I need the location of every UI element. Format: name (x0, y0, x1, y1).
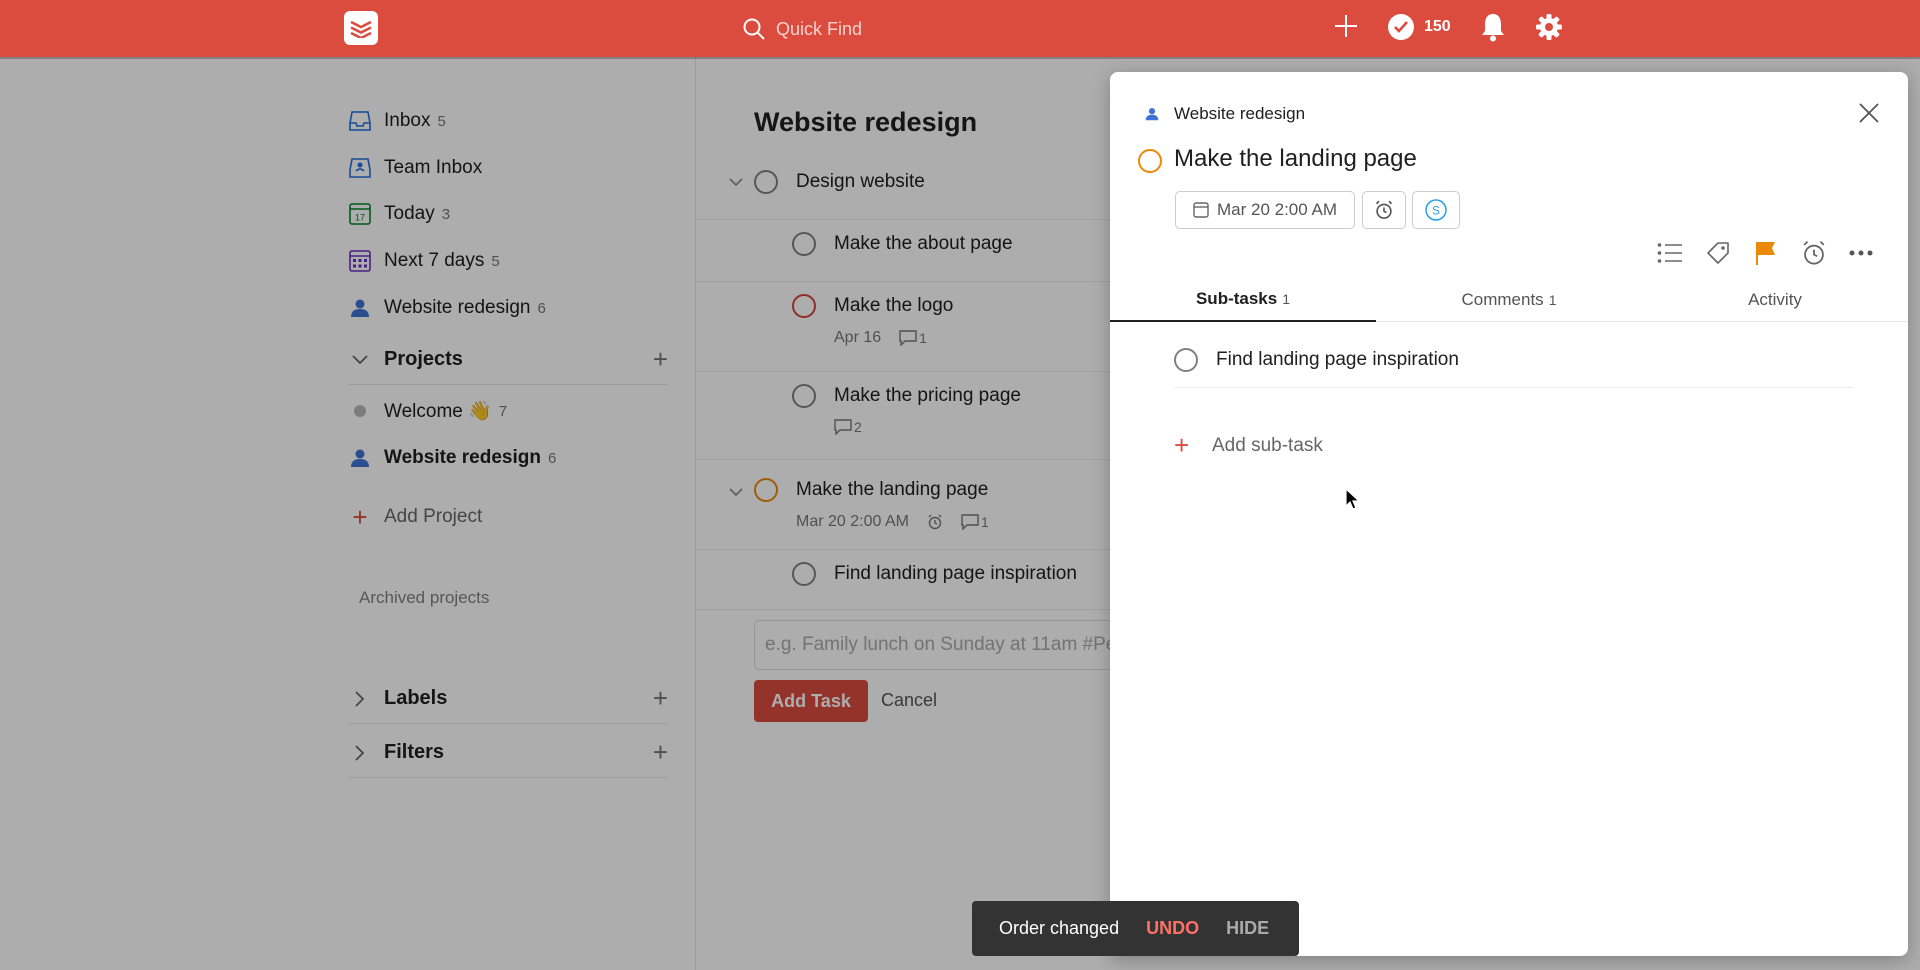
plus-icon: + (1174, 430, 1190, 460)
person-icon (1142, 107, 1162, 121)
tab-sub-tasks[interactable]: Sub-tasks 1 (1110, 277, 1376, 322)
task-complete-checkbox[interactable] (1138, 149, 1162, 173)
due-date-button[interactable]: Mar 20 2:00 AM (1175, 191, 1355, 229)
more-options-icon[interactable] (1845, 237, 1877, 269)
karma-count: 150 (1424, 18, 1451, 35)
panel-project-link[interactable]: Website redesign (1142, 104, 1305, 124)
reminders-alarm-icon[interactable] (1798, 237, 1830, 269)
tab-label: Activity (1748, 289, 1802, 309)
notifications-bell-icon[interactable] (1480, 12, 1506, 42)
subtask-row[interactable]: Find landing page inspiration (1174, 338, 1854, 388)
subtask-checkbox[interactable] (1174, 348, 1198, 372)
todoist-logo-icon[interactable] (344, 11, 378, 45)
task-detail-panel: Website redesign Make the landing page M… (1110, 72, 1908, 956)
close-icon[interactable] (1858, 102, 1880, 129)
quick-find-placeholder: Quick Find (776, 18, 863, 39)
toast-notification: Order changed UNDO HIDE (972, 901, 1299, 956)
settings-gear-icon[interactable] (1534, 12, 1564, 42)
karma-check-icon (1388, 14, 1414, 40)
calendar-icon (1193, 202, 1209, 218)
panel-project-name: Website redesign (1174, 104, 1306, 123)
topbar-shadow (0, 57, 1920, 59)
tab-label: Sub-tasks (1195, 288, 1278, 308)
mouse-cursor-icon (1345, 487, 1361, 517)
tab-activity[interactable]: Activity (1642, 277, 1908, 322)
svg-text:S: S (1432, 204, 1440, 218)
tab-label: Comments (1461, 289, 1544, 309)
alarm-icon (1374, 200, 1394, 220)
tab-count: 1 (1548, 291, 1557, 308)
assignee-button[interactable]: S (1412, 191, 1460, 229)
toast-message: Order changed (999, 918, 1120, 938)
search-icon (742, 17, 766, 41)
priority-flag-icon[interactable] (1750, 237, 1782, 269)
hide-button[interactable]: HIDE (1226, 918, 1269, 939)
add-sub-task-button[interactable]: + Add sub-task (1174, 430, 1323, 461)
subtask-name: Find landing page inspiration (1216, 349, 1459, 370)
list-icon[interactable] (1654, 237, 1686, 269)
assignee-avatar-icon: S (1424, 198, 1448, 222)
quick-find-input[interactable]: Quick Find (742, 14, 862, 44)
detail-tabs: Sub-tasks 1 Comments 1 Activity (1110, 277, 1908, 322)
label-tag-icon[interactable] (1702, 237, 1734, 269)
undo-button[interactable]: UNDO (1146, 918, 1199, 939)
task-title[interactable]: Make the landing page (1174, 145, 1417, 173)
top-bar: Quick Find 150 (0, 0, 1920, 57)
karma-button[interactable]: 150 (1388, 14, 1451, 40)
add-sub-task-label: Add sub-task (1212, 434, 1323, 456)
add-task-icon[interactable] (1332, 12, 1360, 40)
tab-count: 1 (1282, 290, 1291, 307)
due-date-text: Mar 20 2:00 AM (1216, 200, 1337, 219)
reminder-button[interactable] (1362, 191, 1406, 229)
tab-comments[interactable]: Comments 1 (1376, 277, 1642, 322)
